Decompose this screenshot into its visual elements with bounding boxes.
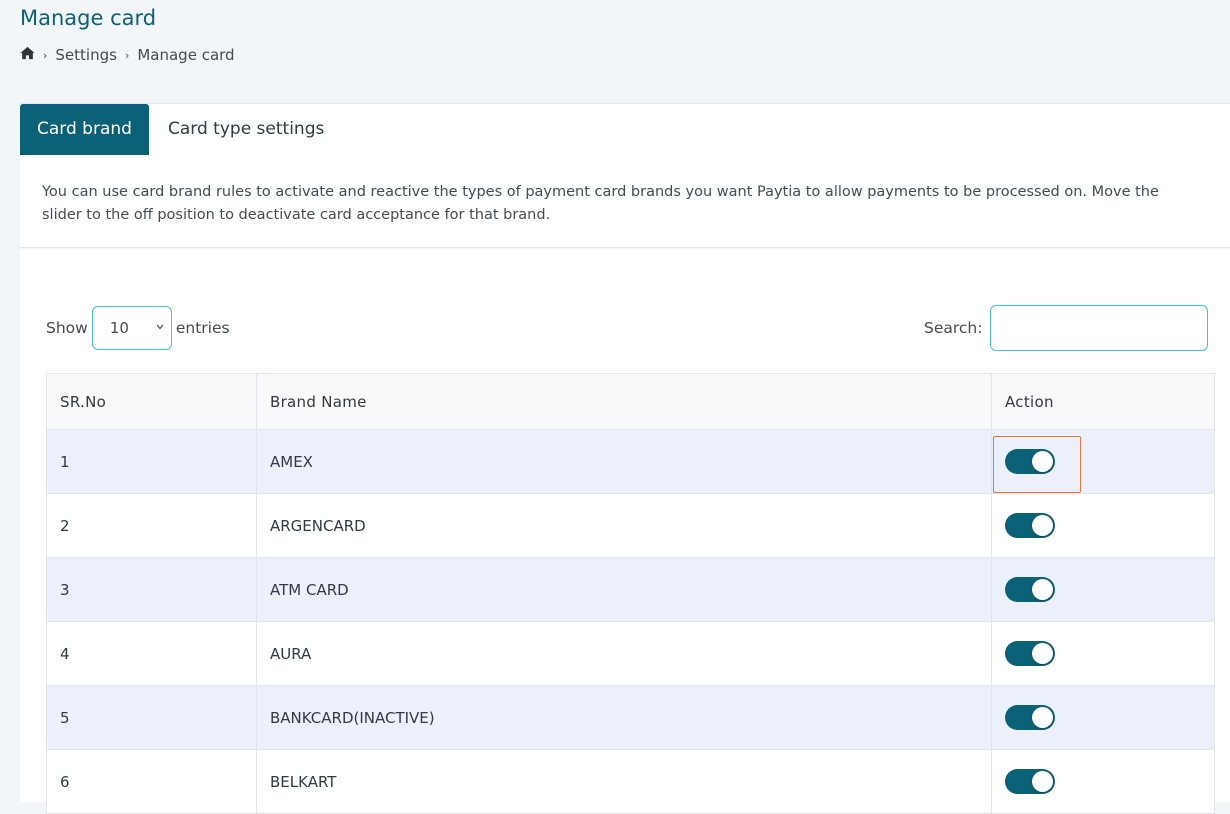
- entries-select[interactable]: 10: [91, 306, 172, 350]
- brand-toggle-switch[interactable]: [1005, 705, 1055, 730]
- cell-sr-no: 6: [46, 749, 257, 814]
- entries-length-control: Show 10 entries: [46, 305, 230, 351]
- cell-brand-name: ARGENCARD: [256, 493, 992, 558]
- brand-toggle-switch[interactable]: [1005, 577, 1055, 602]
- cell-action: [991, 557, 1215, 622]
- column-header-brand-name[interactable]: Brand Name: [256, 373, 992, 430]
- brand-toggle-switch[interactable]: [1005, 769, 1055, 794]
- table-panel: Show 10 entries Search: SR.No Brand Name…: [20, 249, 1230, 814]
- column-header-action[interactable]: Action: [991, 373, 1215, 430]
- search-control: Search:: [924, 305, 1209, 351]
- toggle-knob: [1032, 451, 1053, 472]
- cell-sr-no: 4: [46, 621, 257, 686]
- table-header-row: SR.No Brand Name Action: [46, 373, 1215, 430]
- toggle-knob: [1032, 643, 1053, 664]
- table-row: 6 BELKART: [46, 749, 1215, 814]
- search-label: Search:: [924, 319, 983, 337]
- home-icon[interactable]: [20, 46, 35, 64]
- brand-toggle-switch[interactable]: [1005, 641, 1055, 666]
- info-text: You can use card brand rules to activate…: [42, 184, 1159, 223]
- info-panel: You can use card brand rules to activate…: [20, 155, 1230, 248]
- cell-sr-no: 1: [46, 429, 257, 494]
- toggle-knob: [1032, 771, 1053, 792]
- cell-brand-name: AMEX: [256, 429, 992, 494]
- cell-sr-no: 5: [46, 685, 257, 750]
- toggle-knob: [1032, 515, 1053, 536]
- cell-action: [991, 621, 1215, 686]
- cell-action: [991, 493, 1215, 558]
- cell-action: [991, 749, 1215, 814]
- tabs-bar: Card brand Card type settings: [20, 103, 1230, 156]
- chevron-right-icon: ›: [124, 48, 130, 62]
- card-brand-table: SR.No Brand Name Action 1 AMEX 2 ARGENCA…: [46, 373, 1215, 814]
- cell-action: [991, 429, 1215, 494]
- cell-sr-no: 3: [46, 557, 257, 622]
- brand-toggle-switch[interactable]: [1005, 449, 1055, 474]
- tab-card-brand[interactable]: Card brand: [20, 104, 149, 155]
- table-row: 5 BANKCARD(INACTIVE): [46, 685, 1215, 750]
- tab-card-type-settings[interactable]: Card type settings: [151, 104, 341, 155]
- cell-sr-no: 2: [46, 493, 257, 558]
- toggle-knob: [1032, 579, 1053, 600]
- toggle-knob: [1032, 707, 1053, 728]
- table-row: 1 AMEX: [46, 429, 1215, 494]
- cell-brand-name: AURA: [256, 621, 992, 686]
- entries-label: entries: [175, 319, 230, 337]
- page-title: Manage card: [20, 6, 157, 30]
- table-row: 3 ATM CARD: [46, 557, 1215, 622]
- chevron-down-icon: [156, 324, 164, 330]
- column-header-sr-no[interactable]: SR.No: [46, 373, 257, 430]
- cell-brand-name: ATM CARD: [256, 557, 992, 622]
- brand-toggle-switch[interactable]: [1005, 513, 1055, 538]
- breadcrumb-item-current: Manage card: [137, 46, 235, 64]
- breadcrumb: › Settings › Manage card: [20, 46, 235, 64]
- breadcrumb-item-settings[interactable]: Settings: [55, 46, 117, 64]
- search-input[interactable]: [990, 305, 1209, 351]
- cell-brand-name: BANKCARD(INACTIVE): [256, 685, 992, 750]
- entries-select-value: 10: [109, 319, 129, 337]
- show-label: Show: [46, 319, 88, 337]
- cell-brand-name: BELKART: [256, 749, 992, 814]
- table-row: 2 ARGENCARD: [46, 493, 1215, 558]
- table-row: 4 AURA: [46, 621, 1215, 686]
- cell-action: [991, 685, 1215, 750]
- chevron-right-icon: ›: [43, 48, 48, 62]
